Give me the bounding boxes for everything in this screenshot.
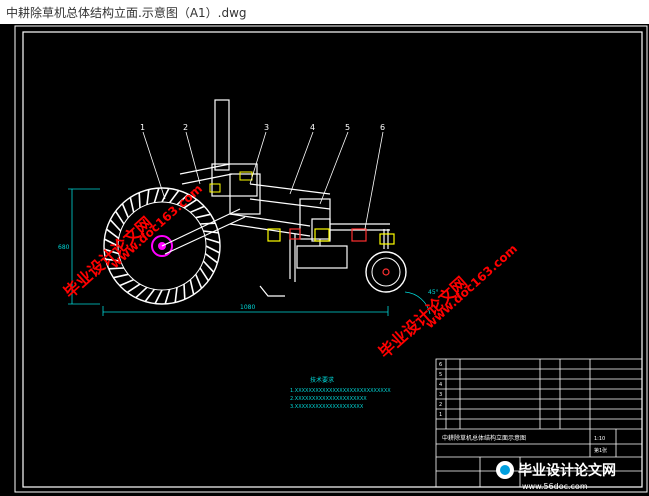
tire-tread — [154, 289, 163, 304]
tire-tread — [204, 252, 218, 264]
tire-tread — [146, 189, 150, 205]
tire-tread — [199, 267, 210, 282]
callout-1: 1 — [140, 123, 145, 132]
tb-drawing-name: 中耕除草机总体结构立面示意图 — [442, 434, 526, 442]
tire-tread — [205, 237, 221, 244]
attachments — [209, 171, 395, 245]
tire-tread — [119, 278, 135, 287]
notes-line-1: 1.XXXXXXXXXXXXXXXXXXXXXXXXXXXX — [290, 388, 391, 394]
tire-tread — [205, 245, 220, 254]
tb-row-5: 5 — [439, 372, 442, 378]
tb-row-2: 2 — [439, 402, 442, 408]
tire-tread — [195, 213, 211, 219]
gauge-wheel — [365, 251, 407, 293]
tire-tread — [126, 283, 141, 294]
watermark-right: 毕业设计论文网 — [375, 273, 471, 362]
tire-tread — [109, 219, 122, 232]
tire-tread — [144, 288, 156, 302]
callout-2: 2 — [183, 123, 188, 132]
tire-tread — [174, 287, 178, 303]
tb-row-3: 3 — [439, 392, 442, 398]
tb-scale: 1:10 — [594, 436, 605, 442]
tire-tread — [114, 210, 125, 225]
callout-4: 4 — [310, 123, 315, 132]
tire-tread — [129, 197, 135, 213]
tb-row-4: 4 — [439, 382, 442, 388]
tire-tread — [194, 273, 203, 289]
tire-tread — [189, 205, 205, 214]
drawing-canvas[interactable]: 1 2 3 4 5 6 1080 680 45° 技术要求 1.XXXXXXXX… — [0, 24, 649, 496]
tire-tread — [121, 203, 130, 219]
tire-tread — [183, 284, 186, 300]
tb-sheet: 第1张 — [594, 447, 607, 454]
tire-tread — [153, 187, 160, 203]
tire-tread — [164, 289, 171, 305]
logo-text: 毕业设计论文网 — [518, 462, 616, 479]
tire-tread — [189, 279, 195, 295]
notes-line-3: 3.XXXXXXXXXXXXXXXXXXXX — [290, 404, 364, 410]
window-title: 中耕除草机总体结构立面.示意图（A1）.dwg — [6, 6, 247, 20]
dimension-vertical: 680 — [58, 244, 70, 251]
callout-6: 6 — [380, 123, 385, 132]
dimension-horizontal: 1080 — [240, 304, 255, 311]
watermark-right-url: www.doc163.com — [423, 242, 520, 332]
callout-3: 3 — [264, 123, 269, 132]
tire-tread — [113, 273, 129, 279]
tire-tread — [202, 260, 215, 273]
tire-tread — [161, 188, 170, 203]
notes-line-2: 2.XXXXXXXXXXXXXXXXXXXXX — [290, 396, 367, 402]
tire-tread — [135, 286, 148, 299]
cad-drawing: 1 2 3 4 5 6 1080 680 45° 技术要求 1.XXXXXXXX… — [14, 25, 648, 493]
tb-row-1: 1 — [439, 412, 442, 418]
notes-title: 技术要求 — [310, 376, 334, 384]
tire-tread — [138, 192, 141, 208]
tb-row-6: 6 — [439, 362, 442, 368]
logo-url: www.56doc.com — [522, 482, 588, 491]
title-bar: 中耕除草机总体结构立面.示意图（A1）.dwg — [0, 0, 649, 24]
callout-5: 5 — [345, 123, 350, 132]
